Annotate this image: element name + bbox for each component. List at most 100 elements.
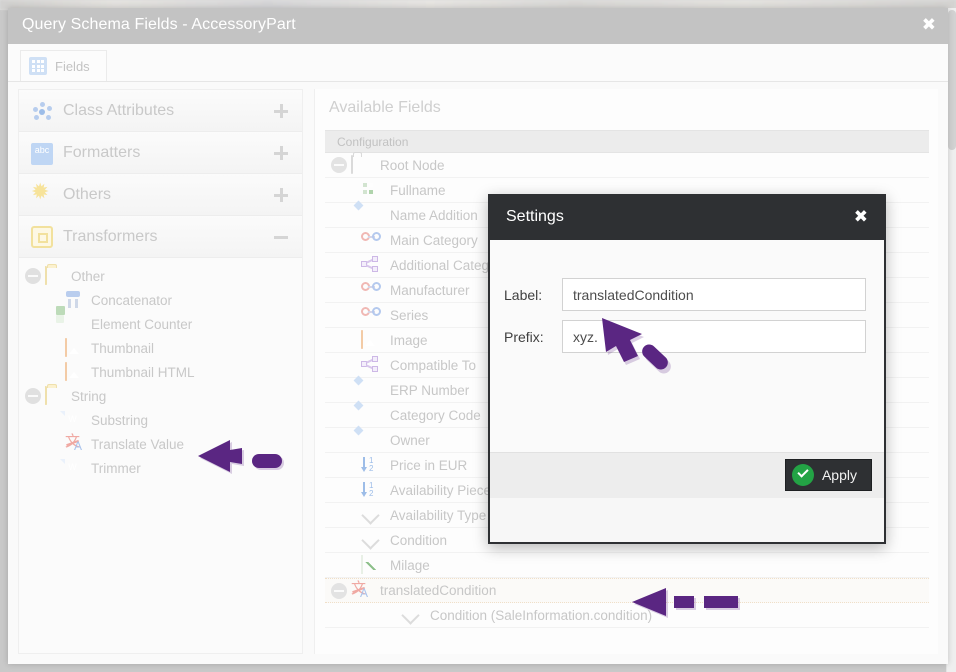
tree-item-thumbnail[interactable]: Thumbnail (19, 336, 302, 360)
open-folder-icon (351, 155, 371, 174)
relation-icon (361, 231, 381, 249)
sidebar-item-transformers[interactable]: Transformers (19, 216, 302, 258)
tab-fields[interactable]: Fields (20, 50, 107, 81)
relation-icon (361, 306, 381, 324)
sidebar-label-others: Others (63, 185, 112, 203)
sidebar-label-formatters: Formatters (63, 143, 141, 161)
close-icon[interactable]: ✖ (922, 16, 936, 34)
collapse-minus-icon[interactable] (331, 582, 347, 599)
window-title: Query Schema Fields - AccessoryPart (22, 16, 296, 33)
field-label: Availability Pieces (390, 482, 498, 498)
tree-item-thumbnail-html[interactable]: Thumbnail HTML (19, 360, 302, 384)
grid-icon (29, 57, 47, 75)
tree-folder-other[interactable]: Other (19, 264, 302, 288)
close-icon[interactable]: ✖ (854, 207, 868, 227)
star-icon (31, 180, 53, 206)
field-label: Name Addition (390, 207, 478, 223)
collapse-minus-icon[interactable] (274, 230, 288, 244)
field-row-translated-condition[interactable]: 文A translatedCondition (325, 578, 929, 603)
tree-item-trimmer[interactable]: Trimmer (19, 456, 302, 480)
field-label: Owner (390, 432, 430, 448)
tree-label: Trimmer (91, 460, 141, 476)
field-row-milage[interactable]: Milage (325, 553, 929, 578)
field-label: ERP Number (390, 382, 470, 398)
translate-icon: 文A (65, 434, 83, 453)
expand-plus-icon[interactable] (274, 103, 288, 118)
sidebar-item-formatters[interactable]: Formatters (19, 132, 302, 174)
number-icon: 12 (361, 481, 381, 499)
tree-label: Thumbnail (91, 340, 155, 356)
element-counter-icon (56, 306, 83, 333)
prefix-input[interactable]: xyz. (562, 320, 866, 353)
sidebar-item-others[interactable]: Others (19, 174, 302, 216)
folder-icon (45, 386, 63, 405)
settings-dialog-title: Settings (506, 208, 564, 225)
tree-item-substring[interactable]: Substring (19, 408, 302, 432)
apply-button-label: Apply (821, 467, 857, 483)
expand-plus-icon[interactable] (274, 145, 288, 160)
chart-icon (361, 555, 381, 574)
check-circle-icon (791, 464, 814, 486)
settings-dialog-footer: Apply (490, 452, 884, 498)
field-label: Fullname (390, 182, 446, 198)
collapse-minus-icon[interactable] (25, 268, 41, 284)
prefix-field-row: Prefix: xyz. (504, 320, 866, 353)
folder-icon (45, 266, 63, 285)
class-attributes-icon (31, 100, 53, 122)
concatenator-icon (65, 291, 83, 309)
prefix-field-caption: Prefix: (504, 328, 544, 345)
settings-dialog-body: Label: translatedCondition Prefix: xyz. … (490, 240, 884, 498)
field-label: Price in EUR (390, 457, 468, 473)
expand-plus-icon[interactable] (274, 187, 288, 202)
field-label: Availability Type (390, 507, 487, 523)
field-row-condition-saleinformation[interactable]: Condition (SaleInformation.condition) (325, 603, 929, 628)
label-field-caption: Label: (504, 286, 543, 303)
number-icon: 12 (361, 456, 381, 474)
sidebar-item-class-attributes[interactable]: Class Attributes (19, 90, 302, 132)
multi-relation-icon (361, 356, 381, 374)
sidebar-label-class-attributes: Class Attributes (63, 101, 175, 119)
page-scrollbar-thumb[interactable] (948, 10, 956, 150)
field-label: Series (390, 307, 429, 323)
chevron-down-icon (361, 506, 381, 524)
text-field-icon (361, 431, 381, 449)
tab-fields-label: Fields (55, 58, 90, 74)
field-label: Root Node (380, 157, 445, 173)
tree-label: Translate Value (91, 436, 185, 452)
screen: Query Schema Fields - AccessoryPart ✖ Fi… (0, 0, 956, 672)
collapse-minus-icon[interactable] (25, 388, 41, 404)
sidebar: Class Attributes Formatters Others Trans… (18, 89, 303, 654)
image-icon (361, 330, 381, 349)
calculator-icon (361, 181, 381, 199)
configuration-label: Configuration (337, 135, 409, 149)
tree-item-element-counter[interactable]: Element Counter (19, 306, 302, 336)
field-label: Condition (390, 532, 448, 548)
label-input[interactable]: translatedCondition (562, 278, 866, 311)
settings-dialog-titlebar: Settings ✖ (490, 196, 884, 240)
tab-strip: Fields (8, 44, 948, 82)
chevron-down-icon (401, 606, 421, 624)
tree-label: String (71, 388, 107, 404)
multi-relation-icon (361, 256, 381, 274)
tree-item-translate-value[interactable]: 文A Translate Value (19, 432, 302, 456)
relation-icon (361, 281, 381, 299)
sidebar-label-transformers: Transformers (63, 227, 158, 245)
apply-button[interactable]: Apply (784, 459, 872, 491)
configuration-group-header: Configuration (325, 130, 929, 153)
tree-label: Element Counter (91, 316, 193, 332)
field-row-root-node[interactable]: Root Node (325, 153, 929, 178)
label-field-row: Label: translatedCondition (504, 278, 866, 311)
tree-folder-string[interactable]: String (19, 384, 302, 408)
text-field-icon (361, 406, 381, 424)
collapse-minus-icon[interactable] (331, 157, 347, 173)
word-icon (65, 411, 83, 429)
thumbnail-icon (65, 338, 83, 357)
field-label: Manufacturer (390, 282, 470, 298)
tree-label: Other (71, 268, 105, 284)
field-label: Image (390, 332, 428, 348)
field-label: Category Code (390, 407, 481, 423)
translate-icon: 文A (351, 578, 369, 600)
chip-icon (31, 225, 53, 248)
text-field-icon (361, 381, 381, 399)
word-icon (65, 459, 83, 477)
